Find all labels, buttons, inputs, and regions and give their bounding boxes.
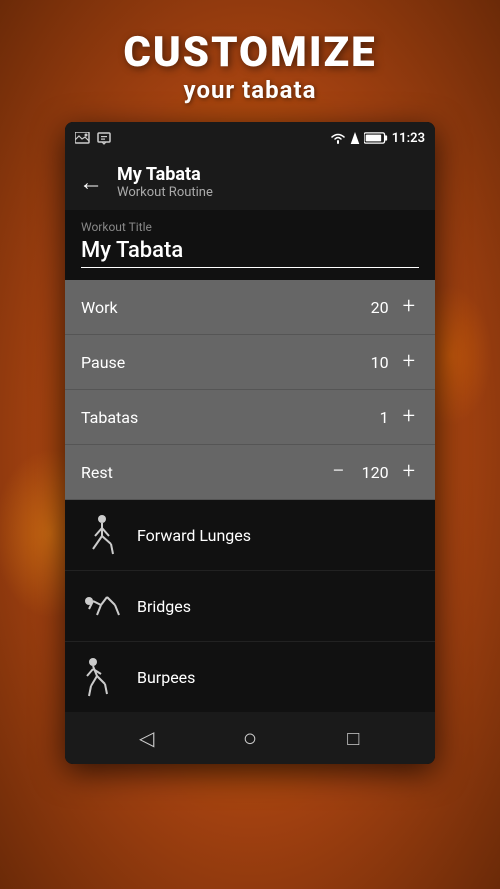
time-display: 11:23 xyxy=(392,131,425,146)
exercise-section: Forward Lunges Bridges xyxy=(65,500,435,712)
tabatas-plus-button[interactable]: + xyxy=(399,406,419,428)
battery-icon xyxy=(364,132,388,144)
work-controls: 20 + xyxy=(359,296,419,318)
tabatas-value: 1 xyxy=(359,408,389,427)
your-tabata-heading: your tabata xyxy=(0,76,500,104)
list-item[interactable]: Burpees xyxy=(65,642,435,712)
notification-icon xyxy=(97,131,111,145)
image-icon xyxy=(75,132,91,144)
tabatas-setting-row: Tabatas 1 + xyxy=(65,390,435,445)
rest-minus-button[interactable]: − xyxy=(328,461,349,483)
app-bar-subtitle: Workout Routine xyxy=(117,185,213,200)
phone-container: 11:23 ← My Tabata Workout Routine Workou… xyxy=(65,122,435,764)
workout-title-section: Workout Title My Tabata xyxy=(65,210,435,280)
pause-controls: 10 + xyxy=(359,351,419,373)
workout-title-input[interactable]: My Tabata xyxy=(81,238,419,268)
customize-heading: CUSTOMIZE xyxy=(0,30,500,76)
status-bar: 11:23 xyxy=(65,122,435,154)
nav-back-button[interactable]: ◁ xyxy=(127,718,167,758)
nav-home-button[interactable]: ○ xyxy=(230,718,270,758)
list-item[interactable]: Forward Lunges xyxy=(65,500,435,571)
work-value: 20 xyxy=(359,298,389,317)
list-item[interactable]: Bridges xyxy=(65,571,435,642)
burpees-name: Burpees xyxy=(137,668,195,687)
pause-label: Pause xyxy=(81,353,125,372)
nav-bar: ◁ ○ □ xyxy=(65,712,435,764)
rest-value: 120 xyxy=(359,463,389,482)
wifi-icon xyxy=(330,132,346,144)
top-text-section: CUSTOMIZE your tabata xyxy=(0,0,500,104)
lunges-name: Forward Lunges xyxy=(137,526,251,545)
back-button[interactable]: ← xyxy=(79,168,103,197)
rest-setting-row: Rest − 120 + xyxy=(65,445,435,500)
work-plus-button[interactable]: + xyxy=(399,296,419,318)
pause-setting-row: Pause 10 + xyxy=(65,335,435,390)
status-left-icons xyxy=(75,131,111,145)
app-bar-titles: My Tabata Workout Routine xyxy=(117,164,213,200)
burpees-icon xyxy=(81,656,123,698)
app-bar: ← My Tabata Workout Routine xyxy=(65,154,435,210)
work-label: Work xyxy=(81,298,118,317)
app-bar-title: My Tabata xyxy=(117,164,213,185)
status-right-icons: 11:23 xyxy=(330,131,425,146)
work-setting-row: Work 20 + xyxy=(65,280,435,335)
bridges-name: Bridges xyxy=(137,597,191,616)
settings-section: Work 20 + Pause 10 + Tabatas 1 + Rest − xyxy=(65,280,435,500)
workout-title-label: Workout Title xyxy=(81,220,419,234)
signal-icon xyxy=(350,132,360,144)
nav-recent-button[interactable]: □ xyxy=(333,718,373,758)
rest-controls: − 120 + xyxy=(328,461,419,483)
rest-plus-button[interactable]: + xyxy=(399,461,419,483)
pause-plus-button[interactable]: + xyxy=(399,351,419,373)
tabatas-label: Tabatas xyxy=(81,408,138,427)
rest-label: Rest xyxy=(81,463,113,482)
pause-value: 10 xyxy=(359,353,389,372)
tabatas-controls: 1 + xyxy=(359,406,419,428)
bridges-icon xyxy=(81,585,123,627)
lunges-icon xyxy=(81,514,123,556)
